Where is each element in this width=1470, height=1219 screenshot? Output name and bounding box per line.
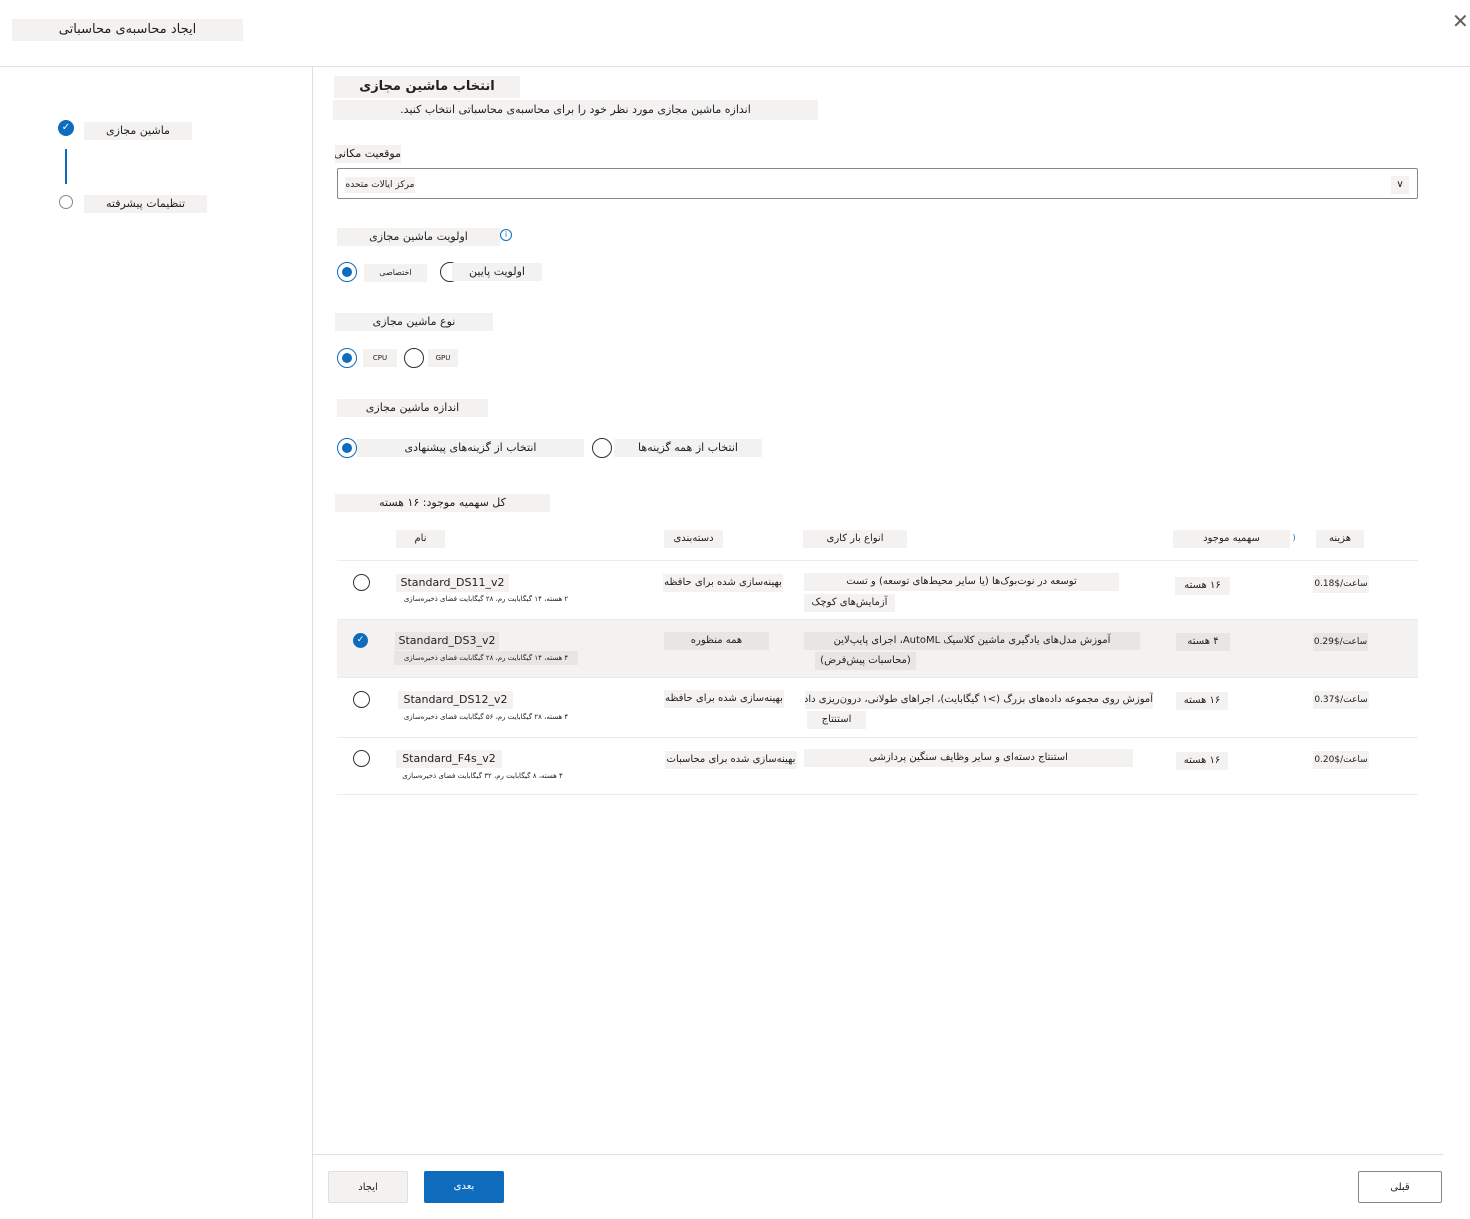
vm-cost: 0.20$/ساعت (1313, 751, 1369, 769)
wizard-sidebar: ✓ ماشین مجازی تنظیمات پیشرفته (0, 67, 313, 1219)
vm-specs: ۴ هسته، ۱۴ گیگابایت رم، ۲۸ گیگابایت فضای… (394, 651, 578, 665)
row-select-radio[interactable] (353, 691, 370, 708)
priority-dedicated-radio[interactable] (337, 262, 357, 282)
location-select[interactable]: مرکز ایالات متحده ∨ (337, 168, 1418, 199)
vm-workload: آموزش روی مجموعه داده‌های بزرگ (>۱ گیگاب… (805, 691, 1153, 709)
location-label: موقعیت مکانی (335, 145, 401, 163)
page-title: انتخاب ماشین مجازی (334, 76, 520, 98)
vm-category: بهینه‌سازی شده برای حافظه (664, 690, 784, 708)
vm-workload-extra: آزمایش‌های کوچک (804, 594, 895, 612)
vm-category: همه منظوره (664, 632, 769, 650)
vm-size-recommended-radio[interactable] (337, 438, 357, 458)
vm-size-label: اندازه ماشین مجازی (337, 399, 488, 417)
table-row[interactable]: Standard_DS11_v2 ۲ هسته، ۱۴ گیگابایت رم،… (337, 561, 1418, 620)
vm-name: Standard_DS12_v2 (398, 691, 513, 709)
dialog-footer: ایجاد بعدی قبلی (313, 1154, 1443, 1219)
next-button[interactable]: بعدی (424, 1171, 504, 1203)
main-content: انتخاب ماشین مجازی اندازه ماشین مجازی مو… (313, 67, 1470, 1155)
col-header-quota[interactable]: سهمیه موجود (1173, 530, 1290, 548)
chevron-down-icon: ∨ (1391, 176, 1409, 194)
vm-type-gpu-label: GPU (428, 349, 458, 367)
dialog-header: ایجاد محاسبه‌ی محاسباتی ✕ (0, 0, 1470, 67)
vm-workload-extra: (محاسبات پیش‌فرض) (815, 652, 916, 670)
table-row-selected[interactable]: ✓ Standard_DS3_v2 ۴ هسته، ۱۴ گیگابایت رم… (337, 620, 1418, 678)
vm-cost: 0.37$/ساعت (1313, 691, 1369, 709)
priority-dedicated-label: اختصاصی (364, 264, 427, 282)
vm-specs: ۲ هسته، ۱۴ گیگابایت رم، ۲۸ گیگابایت فضای… (403, 595, 569, 603)
vm-type-cpu-label: CPU (363, 349, 397, 367)
vm-category: بهینه‌سازی شده برای حافظه (663, 574, 783, 592)
step-connector (65, 149, 67, 184)
vm-size-all-label: انتخاب از همه گزینه‌ها (614, 439, 762, 457)
vm-name: Standard_DS3_v2 (395, 632, 499, 650)
step-pending-icon (59, 195, 73, 209)
priority-label: اولویت ماشین مجازی (337, 228, 500, 246)
vm-specs: ۴ هسته، ۸ گیگابایت رم، ۳۲ گیگابایت فضای … (402, 772, 563, 780)
sort-icon[interactable]: ) (1291, 533, 1297, 545)
dialog-title: ایجاد محاسبه‌ی محاسباتی (12, 19, 243, 41)
close-icon[interactable]: ✕ (1452, 10, 1470, 32)
priority-low-label: اولویت پایین (452, 263, 542, 281)
vm-quota: ۱۶ هسته (1176, 692, 1228, 710)
location-value: مرکز ایالات متحده (345, 177, 415, 193)
vm-workload: آموزش مدل‌های یادگیری ماشین کلاسیک AutoM… (804, 632, 1140, 650)
page-description: اندازه ماشین مجازی مورد نظر خود را برای … (333, 100, 818, 120)
vm-workload-extra: استنتاج (807, 711, 866, 729)
vm-workload: توسعه در نوت‌بوک‌ها (یا سایر محیط‌های تو… (804, 573, 1119, 591)
row-checked-icon[interactable]: ✓ (353, 633, 368, 648)
vm-type-gpu-radio[interactable] (404, 348, 424, 368)
vm-category: بهینه‌سازی شده برای محاسبات (665, 751, 797, 769)
vm-size-all-radio[interactable] (592, 438, 612, 458)
vm-type-cpu-radio[interactable] (337, 348, 357, 368)
quota-summary: کل سهمیه موجود: ۱۶ هسته (335, 494, 550, 512)
vm-cost: 0.29$/ساعت (1313, 633, 1368, 651)
vm-specs: ۴ هسته، ۲۸ گیگابایت رم، ۵۶ گیگابایت فضای… (403, 713, 569, 721)
info-icon[interactable]: i (500, 229, 512, 241)
col-header-name[interactable]: نام (396, 530, 445, 548)
back-button[interactable]: قبلی (1358, 1171, 1442, 1203)
col-header-category[interactable]: دسته‌بندی (664, 530, 723, 548)
col-header-cost[interactable]: هزینه (1316, 530, 1364, 548)
row-select-radio[interactable] (353, 750, 370, 767)
vm-workload: استنتاج دسته‌ای و سایر وظایف سنگین پرداز… (804, 749, 1133, 767)
col-header-workload[interactable]: انواع بار کاری (803, 530, 907, 548)
vm-type-label: نوع ماشین مجازی (335, 313, 493, 331)
step-complete-icon: ✓ (58, 120, 74, 136)
vm-name: Standard_DS11_v2 (396, 574, 509, 592)
table-row[interactable]: Standard_DS12_v2 ۴ هسته، ۲۸ گیگابایت رم،… (337, 678, 1418, 738)
create-button[interactable]: ایجاد (328, 1171, 408, 1203)
vm-name: Standard_F4s_v2 (396, 750, 502, 768)
vm-size-recommended-label: انتخاب از گزینه‌های پیشنهادی (357, 439, 584, 457)
vm-quota: ۱۶ هسته (1176, 752, 1228, 770)
step-label-vm[interactable]: ماشین مجازی (84, 122, 192, 140)
row-select-radio[interactable] (353, 574, 370, 591)
vm-cost: 0.18$/ساعت (1313, 575, 1369, 593)
vm-quota: ۴ هسته (1176, 633, 1230, 651)
vm-quota: ۱۶ هسته (1175, 577, 1230, 595)
step-label-advanced[interactable]: تنظیمات پیشرفته (84, 195, 207, 213)
table-row[interactable]: Standard_F4s_v2 ۴ هسته، ۸ گیگابایت رم، ۳… (337, 738, 1418, 795)
